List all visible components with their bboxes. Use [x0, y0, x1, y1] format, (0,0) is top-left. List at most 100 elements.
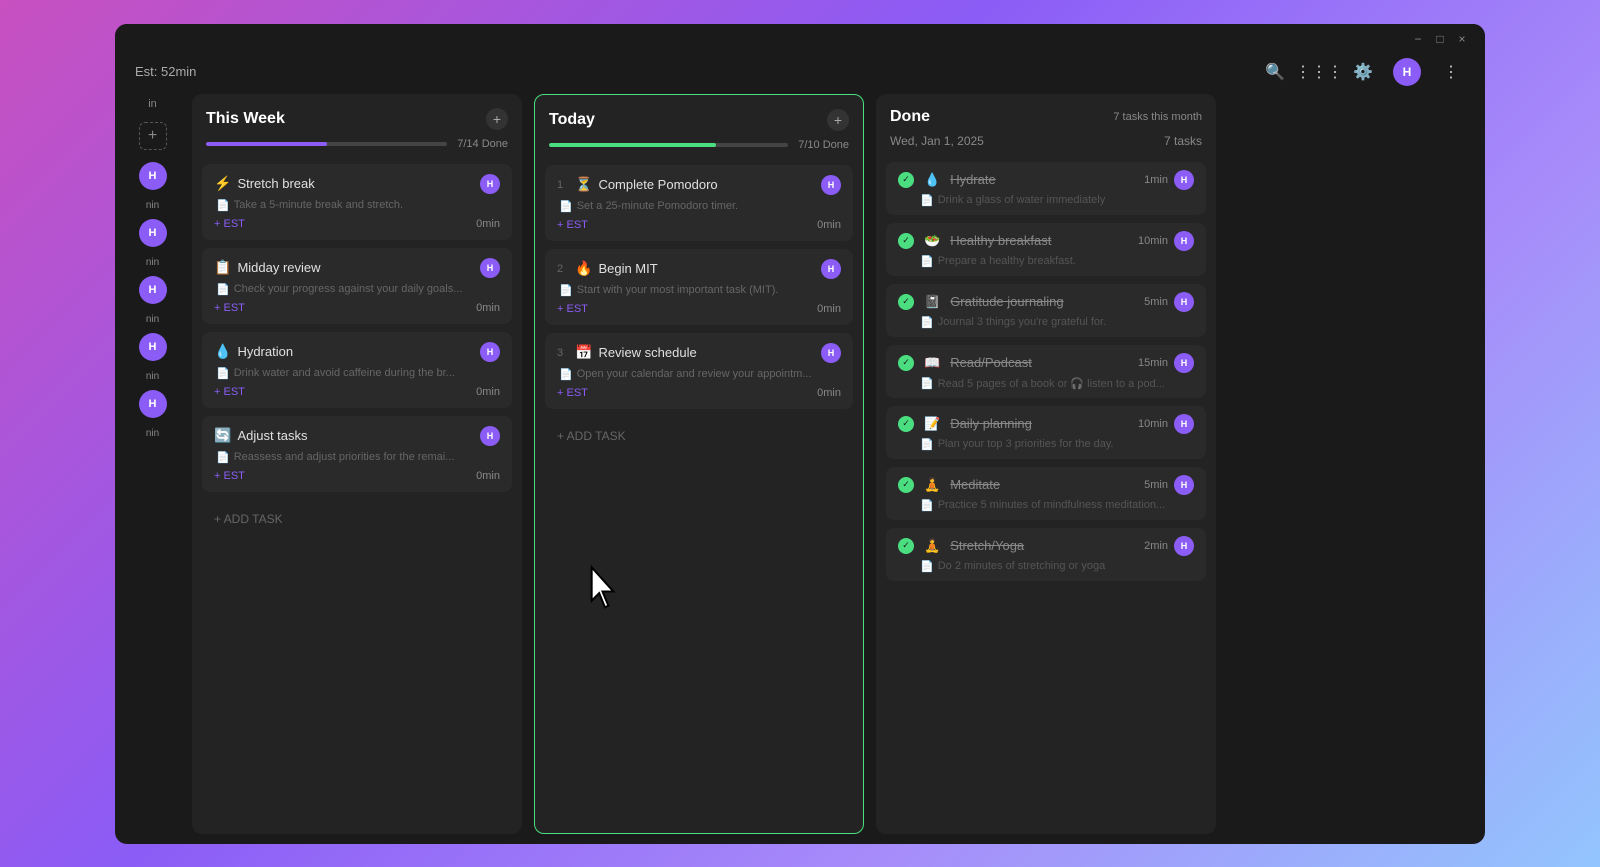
maximize-button[interactable]: □	[1433, 32, 1447, 46]
done-time: 5min	[1144, 296, 1168, 308]
task-card[interactable]: 1 ⏳ Complete Pomodoro H 📄 Set a 25-minut…	[545, 165, 853, 241]
done-meta: 7 tasks this month	[1113, 111, 1202, 123]
done-task-card[interactable]: ✓ 📖 Read/Podcast 15min H 📄 Read 5 pages …	[886, 345, 1206, 398]
task-time: 0min	[817, 387, 841, 399]
task-card[interactable]: 💧 Hydration H 📄 Drink water and avoid ca…	[202, 332, 512, 408]
this-week-add-button[interactable]: +	[486, 108, 508, 130]
task-est-button[interactable]: + EST	[214, 218, 245, 230]
user-avatar-button[interactable]: H	[1393, 58, 1421, 86]
done-task-card[interactable]: ✓ 📝 Daily planning 10min H 📄 Plan your t…	[886, 406, 1206, 459]
task-desc: 📄 Check your progress against your daily…	[214, 283, 500, 296]
task-desc: 📄 Start with your most important task (M…	[557, 284, 841, 297]
done-task-title: Gratitude journaling	[950, 294, 1063, 309]
settings-icon[interactable]: ⚙️	[1349, 58, 1377, 86]
done-task-card[interactable]: ✓ 🧘 Stretch/Yoga 2min H 📄 Do 2 minutes o…	[886, 528, 1206, 581]
task-header: 🔄 Adjust tasks H	[214, 426, 500, 446]
done-header: Done 7 tasks this month	[876, 94, 1216, 134]
this-week-title: This Week	[206, 110, 285, 128]
task-avatar: H	[480, 258, 500, 278]
column-today: Today + 7/10 Done 1 ⏳	[534, 94, 864, 834]
task-time: 0min	[476, 470, 500, 482]
sidebar-avatar-4[interactable]: H	[139, 333, 167, 361]
close-button[interactable]: ×	[1455, 32, 1469, 46]
done-task-header: ✓ 💧 Hydrate 1min H	[898, 170, 1194, 190]
today-add-button[interactable]: +	[827, 109, 849, 131]
done-task-title: Stretch/Yoga	[950, 538, 1024, 553]
task-card[interactable]: 🔄 Adjust tasks H 📄 Reassess and adjust p…	[202, 416, 512, 492]
task-time: 0min	[817, 303, 841, 315]
done-task-card[interactable]: ✓ 📓 Gratitude journaling 5min H 📄 Journa…	[886, 284, 1206, 337]
header-actions: 🔍 ⋮⋮⋮ ⚙️ H ⋮	[1261, 58, 1465, 86]
task-title-row: 1 ⏳ Complete Pomodoro	[557, 176, 821, 193]
sidebar-avatar-3[interactable]: H	[139, 276, 167, 304]
done-task-title-row: ✓ 🧘 Meditate	[898, 477, 1144, 493]
done-task-desc: 📄 Plan your top 3 priorities for the day…	[898, 438, 1194, 451]
done-date-row: Wed, Jan 1, 2025 7 tasks	[876, 134, 1216, 158]
task-avatar: H	[1174, 475, 1194, 495]
task-card[interactable]: 📋 Midday review H 📄 Check your progress …	[202, 248, 512, 324]
sidebar-nin-label: nin	[146, 200, 159, 211]
done-task-card[interactable]: ✓ 🧘 Meditate 5min H 📄 Practice 5 minutes…	[886, 467, 1206, 520]
task-emoji: 📋	[214, 259, 231, 276]
sidebar-add-button[interactable]: +	[139, 122, 167, 150]
done-task-title: Meditate	[950, 477, 1000, 492]
sidebar-avatar-5[interactable]: H	[139, 390, 167, 418]
done-task-header: ✓ 🧘 Meditate 5min H	[898, 475, 1194, 495]
this-week-progress-fill	[206, 142, 327, 146]
add-task-button-today[interactable]: + ADD TASK	[545, 421, 853, 451]
task-title: Hydration	[237, 344, 293, 359]
task-footer: + EST 0min	[557, 387, 841, 399]
done-task-title: Hydrate	[950, 172, 996, 187]
done-task-card[interactable]: ✓ 💧 Hydrate 1min H 📄 Drink a glass of wa…	[886, 162, 1206, 215]
today-title: Today	[549, 111, 595, 129]
done-check-icon: ✓	[898, 416, 914, 432]
task-avatar: H	[821, 259, 841, 279]
done-task-title: Healthy breakfast	[950, 233, 1051, 248]
done-task-title-row: ✓ 📖 Read/Podcast	[898, 355, 1138, 371]
task-footer: + EST 0min	[214, 470, 500, 482]
this-week-body: ⚡ Stretch break H 📄 Take a 5-minute brea…	[192, 160, 522, 834]
sidebar-avatar-2[interactable]: H	[139, 219, 167, 247]
task-title-row: 2 🔥 Begin MIT	[557, 260, 821, 277]
today-header: Today +	[535, 95, 863, 139]
task-card[interactable]: 2 🔥 Begin MIT H 📄 Start with your most i…	[545, 249, 853, 325]
task-est-button[interactable]: + EST	[557, 387, 588, 399]
task-est-button[interactable]: + EST	[557, 219, 588, 231]
task-header: 2 🔥 Begin MIT H	[557, 259, 841, 279]
task-title-row: 🔄 Adjust tasks	[214, 427, 480, 444]
minimize-button[interactable]: −	[1411, 32, 1425, 46]
task-card[interactable]: ⚡ Stretch break H 📄 Take a 5-minute brea…	[202, 164, 512, 240]
task-footer: + EST 0min	[214, 386, 500, 398]
task-est-button[interactable]: + EST	[214, 386, 245, 398]
done-task-desc: 📄 Journal 3 things you're grateful for.	[898, 316, 1194, 329]
task-number: 2	[557, 263, 569, 275]
task-est-button[interactable]: + EST	[214, 470, 245, 482]
done-check-icon: ✓	[898, 538, 914, 554]
task-time: 0min	[476, 218, 500, 230]
task-avatar: H	[1174, 170, 1194, 190]
grid-icon[interactable]: ⋮⋮⋮	[1305, 58, 1333, 86]
task-number: 1	[557, 179, 569, 191]
sidebar-avatar-1[interactable]: H	[139, 162, 167, 190]
task-avatar: H	[1174, 536, 1194, 556]
done-task-card[interactable]: ✓ 🥗 Healthy breakfast 10min H 📄 Prepare …	[886, 223, 1206, 276]
task-title: Midday review	[237, 260, 320, 275]
add-task-button-week[interactable]: + ADD TASK	[202, 504, 512, 534]
column-done: Done 7 tasks this month Wed, Jan 1, 2025…	[876, 94, 1216, 834]
task-time: 0min	[817, 219, 841, 231]
task-est-button[interactable]: + EST	[214, 302, 245, 314]
search-icon[interactable]: 🔍	[1261, 58, 1289, 86]
task-est-button[interactable]: + EST	[557, 303, 588, 315]
today-progress: 7/10 Done	[535, 139, 863, 161]
done-task-title: Daily planning	[950, 416, 1032, 431]
done-count: 7 tasks	[1164, 134, 1202, 148]
sidebar-nin-label-3: nin	[146, 314, 159, 325]
sidebar-nin-label-5: nin	[146, 428, 159, 439]
task-desc: 📄 Set a 25-minute Pomodoro timer.	[557, 200, 841, 213]
task-card[interactable]: 3 📅 Review schedule H 📄 Open your calend…	[545, 333, 853, 409]
more-options-icon[interactable]: ⋮	[1437, 58, 1465, 86]
task-emoji: 💧	[214, 343, 231, 360]
task-time: 0min	[476, 302, 500, 314]
done-check-icon: ✓	[898, 294, 914, 310]
task-header: 💧 Hydration H	[214, 342, 500, 362]
